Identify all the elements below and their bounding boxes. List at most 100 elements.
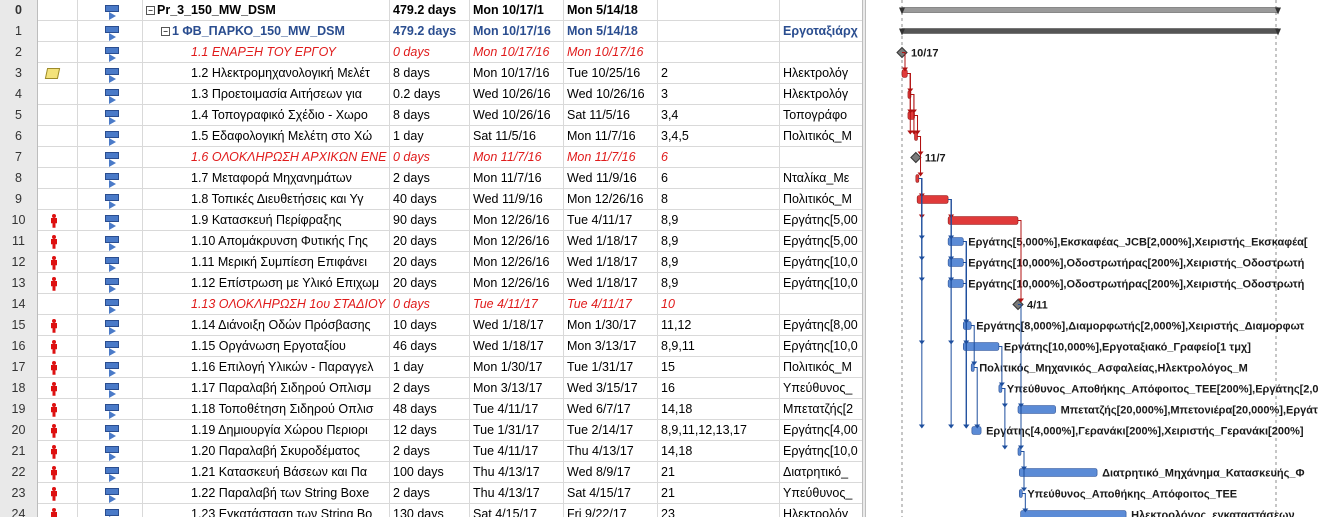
collapse-toggle-icon[interactable]: − [146,6,155,16]
row-id[interactable]: 10 [0,210,38,231]
task-name-cell[interactable]: 1.6 ΟΛΟΚΛΗΡΩΣΗ ΑΡΧΙΚΩΝ ΕΝΕ [143,147,390,168]
task-row[interactable]: 10 1.9 Κατασκευή Περίφραξης 90 days Mon 12/… [0,210,862,231]
row-id[interactable]: 9 [0,189,38,210]
duration-cell[interactable]: 100 days [390,462,470,483]
start-cell[interactable]: Tue 4/11/17 [470,441,564,462]
duration-cell[interactable]: 46 days [390,336,470,357]
task-name-cell[interactable]: 1.19 Δημιουργία Χώρου Περιορι [143,420,390,441]
finish-cell[interactable]: Wed 6/7/17 [564,399,658,420]
task-row[interactable]: 12 1.11 Μερική Συμπίεση Επιφάνει 20 days Mo… [0,252,862,273]
start-cell[interactable]: Wed 1/18/17 [470,336,564,357]
predecessors-cell[interactable]: 6 [658,168,780,189]
start-cell[interactable]: Thu 4/13/17 [470,483,564,504]
task-name-cell[interactable]: 1.9 Κατασκευή Περίφραξης [143,210,390,231]
task-name-cell[interactable]: 1.12 Επίστρωση με Υλικό Επιχωμ [143,273,390,294]
row-id[interactable]: 21 [0,441,38,462]
resource-names-cell[interactable]: Ηλεκτρολόγ [780,63,862,84]
resource-overallocated-icon[interactable] [50,444,58,459]
task-name-cell[interactable]: 1.14 Διάνοιξη Οδών Πρόσβασης [143,315,390,336]
row-id[interactable]: 20 [0,420,38,441]
duration-cell[interactable]: 8 days [390,63,470,84]
resource-names-cell[interactable]: Εργάτης[10,0 [780,252,862,273]
duration-cell[interactable]: 1 day [390,126,470,147]
task-name-cell[interactable]: 1.13 ΟΛΟΚΛΗΡΩΣΗ 1ου ΣΤΑΔΙΟΥ [143,294,390,315]
predecessors-cell[interactable]: 3,4 [658,105,780,126]
predecessors-cell[interactable] [658,42,780,63]
task-row[interactable]: 0− Pr_3_150_MW_DSM 479.2 days Mon 10/17/1 Mo… [0,0,862,21]
task-row[interactable]: 24 1.23 Εγκατάσταση των String Bo 130 days… [0,504,862,517]
task-row[interactable]: 20 1.19 Δημιουργία Χώρου Περιορι 12 days Tu… [0,420,862,441]
finish-cell[interactable]: Mon 10/17/16 [564,42,658,63]
finish-cell[interactable]: Mon 11/7/16 [564,147,658,168]
row-id[interactable]: 13 [0,273,38,294]
finish-cell[interactable]: Wed 3/15/17 [564,378,658,399]
task-row[interactable]: 7 1.6 ΟΛΟΚΛΗΡΩΣΗ ΑΡΧΙΚΩΝ ΕΝΕ 0 days Mon 11/… [0,147,862,168]
finish-cell[interactable]: Mon 5/14/18 [564,21,658,42]
row-id[interactable]: 15 [0,315,38,336]
start-cell[interactable]: Mon 11/7/16 [470,168,564,189]
predecessors-cell[interactable]: 10 [658,294,780,315]
predecessors-cell[interactable]: 3,4,5 [658,126,780,147]
resource-overallocated-icon[interactable] [50,465,58,480]
resource-names-cell[interactable]: Ηλεκτρολόγ [780,84,862,105]
predecessors-cell[interactable]: 8,9 [658,210,780,231]
row-id[interactable]: 8 [0,168,38,189]
predecessors-cell[interactable]: 14,18 [658,399,780,420]
task-row[interactable]: 9 1.8 Τοπικές Διευθετήσεις και Υγ 40 days W… [0,189,862,210]
start-cell[interactable]: Mon 10/17/16 [470,42,564,63]
task-row[interactable]: 15 1.14 Διάνοιξη Οδών Πρόσβασης 10 days Wed… [0,315,862,336]
task-name-cell[interactable]: 1.10 Απομάκρυνση Φυτικής Γης [143,231,390,252]
resource-overallocated-icon[interactable] [50,360,58,375]
finish-cell[interactable]: Tue 4/11/17 [564,210,658,231]
resource-names-cell[interactable]: Εργάτης[10,0 [780,273,862,294]
resource-overallocated-icon[interactable] [50,507,58,517]
duration-cell[interactable]: 10 days [390,315,470,336]
duration-cell[interactable]: 20 days [390,252,470,273]
start-cell[interactable]: Wed 11/9/16 [470,189,564,210]
resource-overallocated-icon[interactable] [50,381,58,396]
task-name-cell[interactable]: 1.20 Παραλαβή Σκυροδέματος [143,441,390,462]
resource-names-cell[interactable]: Πολιτικός_Μ [780,126,862,147]
duration-cell[interactable]: 48 days [390,399,470,420]
row-id[interactable]: 22 [0,462,38,483]
duration-cell[interactable]: 0.2 days [390,84,470,105]
resource-overallocated-icon[interactable] [50,276,58,291]
resource-names-cell[interactable]: Εργάτης[5,00 [780,231,862,252]
task-row[interactable]: 19 1.18 Τοποθέτηση Σιδηρού Οπλισ 48 days Tu… [0,399,862,420]
duration-cell[interactable]: 479.2 days [390,0,470,21]
resource-names-cell[interactable]: Υπεύθυνος_ [780,483,862,504]
finish-cell[interactable]: Thu 4/13/17 [564,441,658,462]
finish-cell[interactable]: Wed 11/9/16 [564,168,658,189]
resource-names-cell[interactable]: Πολιτικός_Μ [780,189,862,210]
task-name-cell[interactable]: 1.23 Εγκατάσταση των String Bo [143,504,390,517]
finish-cell[interactable]: Fri 9/22/17 [564,504,658,517]
resource-names-cell[interactable] [780,147,862,168]
predecessors-cell[interactable]: 8,9,11 [658,336,780,357]
task-row[interactable]: 17 1.16 Επιλογή Υλικών - Παραγγελ 1 day Mon… [0,357,862,378]
row-id[interactable]: 19 [0,399,38,420]
finish-cell[interactable]: Tue 10/25/16 [564,63,658,84]
row-id[interactable]: 5 [0,105,38,126]
task-name-cell[interactable]: 1.15 Οργάνωση Εργοταξίου [143,336,390,357]
duration-cell[interactable]: 20 days [390,231,470,252]
duration-cell[interactable]: 2 days [390,378,470,399]
start-cell[interactable]: Mon 3/13/17 [470,378,564,399]
finish-cell[interactable]: Tue 2/14/17 [564,420,658,441]
collapse-toggle-icon[interactable]: − [161,27,170,37]
resource-names-cell[interactable]: Νταλίκα_Με [780,168,862,189]
resource-names-cell[interactable]: Πολιτικός_Μ [780,357,862,378]
task-name-cell[interactable]: −1 ΦΒ_ΠΑΡΚΟ_150_MW_DSM [143,21,390,42]
duration-cell[interactable]: 479.2 days [390,21,470,42]
start-cell[interactable]: Wed 10/26/16 [470,105,564,126]
row-id[interactable]: 12 [0,252,38,273]
task-row[interactable]: 14 1.13 ΟΛΟΚΛΗΡΩΣΗ 1ου ΣΤΑΔΙΟΥ 0 days Tue 4… [0,294,862,315]
task-name-cell[interactable]: 1.17 Παραλαβή Σιδηρού Οπλισμ [143,378,390,399]
duration-cell[interactable]: 130 days [390,504,470,517]
finish-cell[interactable]: Mon 3/13/17 [564,336,658,357]
predecessors-cell[interactable]: 8,9,11,12,13,17 [658,420,780,441]
resource-overallocated-icon[interactable] [50,486,58,501]
predecessors-cell[interactable]: 3 [658,84,780,105]
row-id[interactable]: 14 [0,294,38,315]
row-id[interactable]: 4 [0,84,38,105]
task-row[interactable]: 18 1.17 Παραλαβή Σιδηρού Οπλισμ 2 days Mon … [0,378,862,399]
